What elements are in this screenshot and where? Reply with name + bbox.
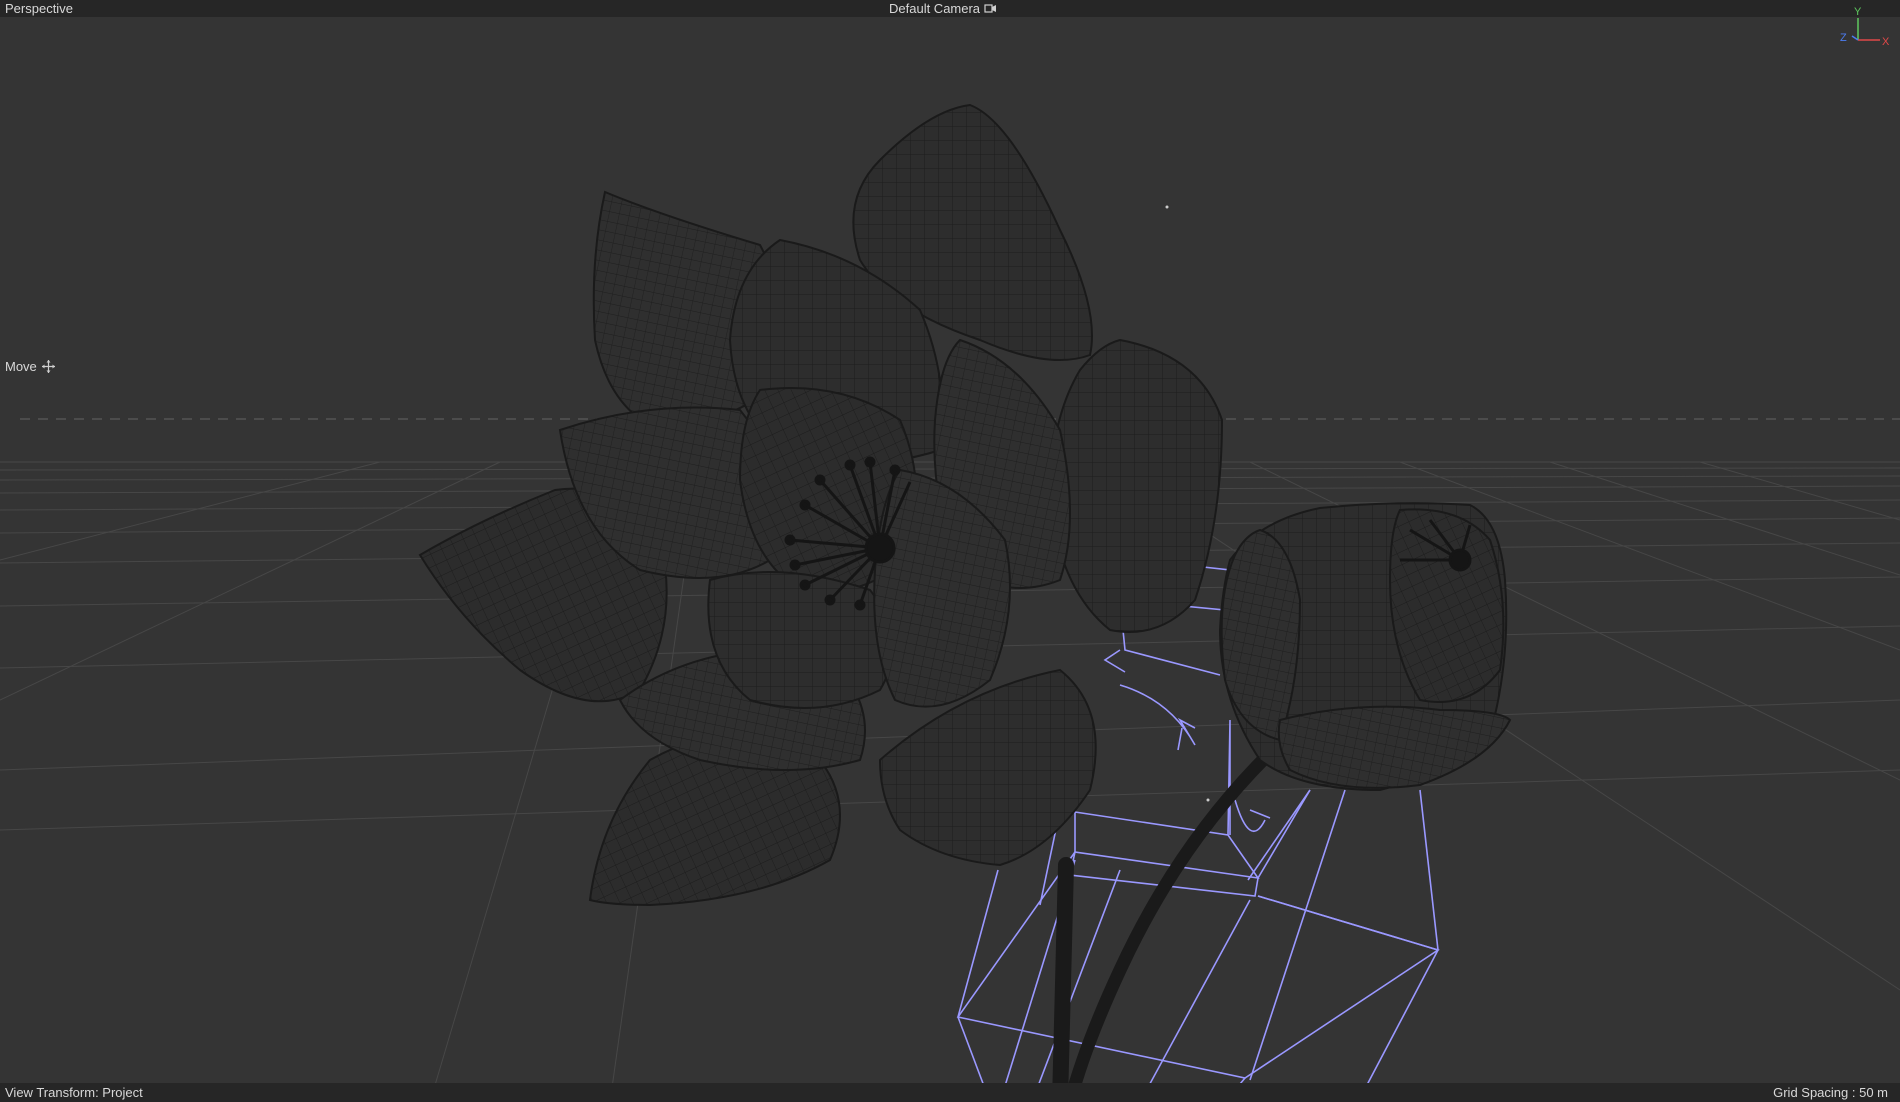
grid-spacing-label: Grid Spacing : 50 m bbox=[1773, 1085, 1888, 1100]
bud-petal-right bbox=[1388, 508, 1505, 703]
z-axis-line bbox=[1851, 35, 1859, 41]
move-cross-icon bbox=[41, 360, 55, 373]
active-tool-label: Move bbox=[5, 359, 55, 374]
viewport-status-bar: View Transform: Project Grid Spacing : 5… bbox=[0, 1083, 1900, 1102]
camera-name-label[interactable]: Default Camera bbox=[889, 0, 980, 17]
camera-selector[interactable]: Default Camera bbox=[889, 0, 997, 17]
scene-point bbox=[1165, 205, 1169, 209]
view-transform-label: View Transform: Project bbox=[5, 1085, 143, 1100]
axis-gizmo: Y Z X bbox=[1840, 6, 1890, 48]
3d-viewport[interactable]: Perspective Default Camera Y Z X Move Vi… bbox=[0, 0, 1900, 1102]
active-tool-name: Move bbox=[5, 359, 37, 374]
scene-canvas[interactable] bbox=[0, 0, 1900, 1102]
x-axis-label: X bbox=[1882, 36, 1890, 48]
view-name-label[interactable]: Perspective bbox=[5, 0, 73, 17]
petal-right-back bbox=[1048, 338, 1224, 633]
flower-bud[interactable] bbox=[1218, 502, 1512, 792]
z-axis-label: Z bbox=[1840, 32, 1847, 44]
y-axis-label: Y bbox=[1854, 6, 1862, 18]
viewport-header: Perspective Default Camera bbox=[0, 0, 1900, 17]
camera-link-icon[interactable] bbox=[984, 3, 997, 14]
scene-point bbox=[1206, 798, 1210, 802]
